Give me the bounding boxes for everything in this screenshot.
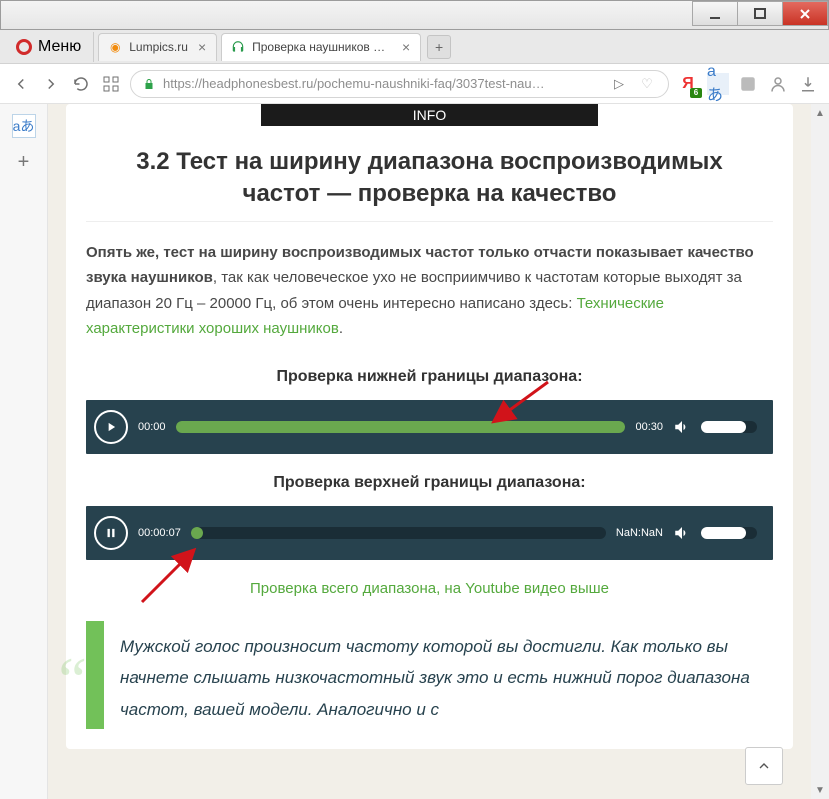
scroll-down-icon[interactable]: ▼ [811, 781, 829, 799]
lock-icon [141, 76, 157, 92]
favicon-icon [230, 39, 246, 55]
quote-mark-icon: “ [52, 621, 88, 739]
extensions-menu-icon[interactable] [737, 73, 759, 95]
url-text: https://headphonesbest.ru/pochemu-naushn… [163, 76, 602, 91]
tab-lumpics[interactable]: ◉ Lumpics.ru × [98, 33, 217, 61]
volume-bar[interactable] [701, 421, 757, 433]
tab-strip: Меню ◉ Lumpics.ru × Проверка наушников м… [0, 30, 829, 64]
downloads-icon[interactable] [797, 73, 819, 95]
profile-icon[interactable] [767, 73, 789, 95]
seek-bar[interactable] [191, 527, 606, 539]
play-button[interactable] [94, 410, 128, 444]
new-tab-button[interactable]: + [427, 35, 451, 59]
volume-icon[interactable] [673, 524, 691, 542]
translate-extension-icon[interactable]: aあ [707, 73, 729, 95]
minimize-button[interactable] [692, 1, 738, 26]
current-time: 00:00:07 [138, 527, 181, 539]
volume-icon[interactable] [673, 418, 691, 436]
volume-fill [701, 527, 746, 539]
favicon-icon: ◉ [107, 39, 123, 55]
browser-sidebar: aあ + [0, 104, 48, 799]
pause-button[interactable] [94, 516, 128, 550]
tab-label: Проверка наушников му… [252, 40, 392, 54]
high-range-label: Проверка верхней границы диапазона: [86, 474, 773, 492]
seek-fill [176, 421, 626, 433]
menu-label: Меню [38, 38, 81, 56]
bookmark-icon[interactable]: ♡ [636, 73, 658, 95]
intro-paragraph: Опять же, тест на ширину воспроизводимых… [86, 240, 773, 342]
scroll-up-icon[interactable]: ▲ [811, 104, 829, 122]
reload-button[interactable] [70, 73, 92, 95]
current-time: 00:00 [138, 421, 166, 433]
page-viewport: INFO 3.2 Тест на ширину диапазона воспро… [48, 104, 811, 799]
annotation-arrow-icon [136, 546, 206, 606]
close-tab-icon[interactable]: × [402, 39, 410, 55]
speed-dial-button[interactable] [100, 73, 122, 95]
close-tab-icon[interactable]: × [198, 39, 206, 55]
info-banner: INFO [261, 104, 598, 126]
low-range-label: Проверка нижней границы диапазона: [86, 368, 773, 386]
opera-icon [16, 39, 32, 55]
volume-bar[interactable] [701, 527, 757, 539]
add-sidebar-button[interactable]: + [12, 150, 36, 174]
volume-fill [701, 421, 746, 433]
notification-badge: 6 [690, 88, 702, 98]
full-range-link[interactable]: Проверка всего диапазона, на Youtube вид… [86, 580, 773, 597]
seek-bar[interactable] [176, 421, 626, 433]
share-icon[interactable]: ▷ [608, 73, 630, 95]
yandex-button[interactable]: Я6 [677, 73, 699, 95]
maximize-button[interactable] [737, 1, 783, 26]
audio-player-low: 00:00 00:30 [86, 400, 773, 454]
audio-player-high: 00:00:07 NaN:NaN [86, 506, 773, 560]
back-button[interactable] [10, 73, 32, 95]
address-bar[interactable]: https://headphonesbest.ru/pochemu-naushn… [130, 70, 669, 98]
opera-menu-button[interactable]: Меню [4, 32, 94, 62]
forward-button[interactable] [40, 73, 62, 95]
duration-time: NaN:NaN [616, 527, 663, 539]
duration-time: 00:30 [635, 421, 663, 433]
tab-label: Lumpics.ru [129, 40, 188, 54]
section-heading: 3.2 Тест на ширину диапазона воспроизвод… [86, 146, 773, 222]
close-button[interactable] [782, 1, 828, 26]
translate-sidebar-icon[interactable]: aあ [12, 114, 36, 138]
blockquote: “ Мужской голос произносит частоту котор… [86, 621, 773, 729]
seek-fill [191, 527, 203, 539]
tab-headphonesbest[interactable]: Проверка наушников му… × [221, 33, 421, 61]
window-titlebar [0, 0, 829, 30]
scroll-top-button[interactable] [745, 747, 783, 785]
vertical-scrollbar[interactable]: ▲ ▼ [811, 104, 829, 799]
browser-toolbar: https://headphonesbest.ru/pochemu-naushn… [0, 64, 829, 104]
